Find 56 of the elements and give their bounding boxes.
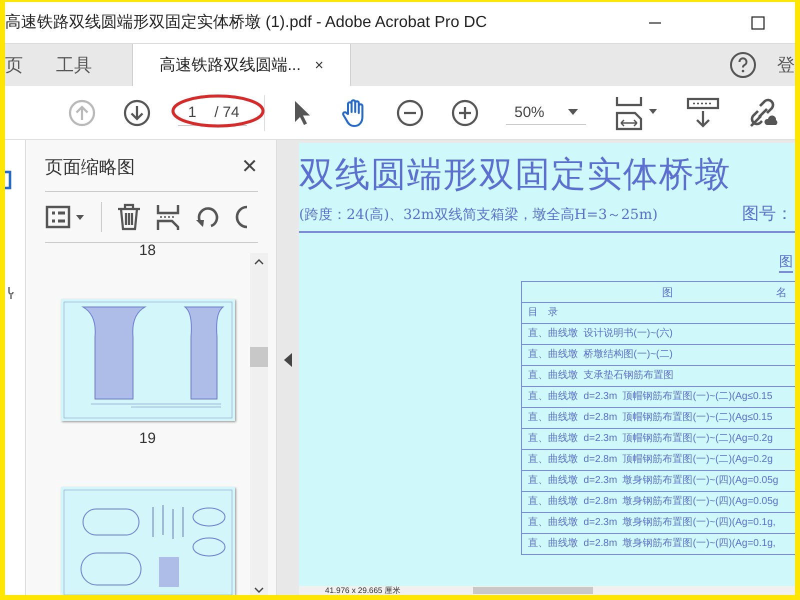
zoom-dropdown[interactable]: 50% — [506, 100, 586, 124]
scrollbar-thumb[interactable] — [472, 587, 593, 594]
drawing-subtitle: (跨度：24(高)、32m双线简支箱梁，墩全高H=3～25m) — [299, 206, 658, 224]
options-icon[interactable] — [45, 204, 87, 230]
help-icon[interactable] — [729, 51, 757, 79]
page-total: / 74 — [214, 104, 240, 120]
table-cell: 直、曲线墩 d=2.3m 顶帽钢筋布置图(一)~(二)(Ag=0.2g — [522, 429, 795, 450]
table-cell: 直、曲线墩 支承垫石钢筋布置图 — [522, 366, 795, 387]
fit-page-icon[interactable] — [613, 94, 660, 130]
attachment-icon[interactable] — [8, 286, 14, 300]
caret-icon — [568, 109, 578, 115]
page-thumbnail[interactable] — [60, 299, 234, 421]
nav-tab[interactable]: 页 — [5, 44, 38, 86]
table-cell: 直、曲线墩 桥墩结构图(一)~(二) — [522, 345, 795, 366]
delete-icon[interactable] — [116, 203, 142, 231]
rotate-icon[interactable] — [194, 204, 220, 230]
maximize-icon[interactable] — [751, 16, 765, 30]
next-page-icon[interactable] — [123, 98, 151, 126]
pointer-icon[interactable] — [292, 98, 312, 126]
pages-icon[interactable] — [5, 170, 13, 190]
zoom-out-icon[interactable] — [396, 98, 424, 126]
sign-in-link[interactable]: 登 — [777, 53, 795, 77]
drawing-number-label: 图号： — [742, 203, 793, 225]
page-number: 18 — [139, 243, 156, 259]
table-cell: 目 录 — [522, 303, 795, 324]
table-cell: 直、曲线墩 d=2.8m 顶帽钢筋布置图(一)~(二)(Ag≤0.15 — [522, 408, 795, 429]
table-cell: 直、曲线墩 设计说明书(一)~(六) — [522, 324, 795, 345]
panel-title: 页面缩略图 — [45, 156, 135, 178]
column-header: 名 — [776, 286, 787, 300]
rotate-icon[interactable] — [234, 204, 248, 230]
window-title: 高速铁路双线圆端形双固定实体桥墩 (1).pdf - Adobe Acrobat Pro DC — [5, 12, 487, 33]
column-header: 图 — [662, 286, 673, 300]
table-cell: 直、曲线墩 d=2.8m 顶帽钢筋布置图(一)~(二)(Ag=0.2g — [522, 450, 795, 471]
table-cell: 直、曲线墩 d=2.8m 墩身钢筋布置图(一)~(四)(Ag=0.05g — [522, 492, 795, 513]
table-cell: 直、曲线墩 d=2.8m 墩身钢筋布置图(一)~(四)(Ag=0.1g, — [522, 534, 795, 555]
download-icon[interactable] — [686, 96, 720, 128]
scrollbar[interactable] — [250, 253, 268, 595]
scroll-up-icon[interactable] — [254, 259, 264, 265]
page-number-field[interactable]: 1 — [186, 104, 204, 120]
extract-page-icon[interactable] — [156, 203, 180, 231]
zoom-in-icon[interactable] — [451, 98, 480, 126]
page-number: 19 — [139, 431, 156, 447]
page-thumbnail[interactable] — [60, 487, 234, 595]
collapse-icon[interactable] — [284, 353, 292, 367]
page-size-status: 41.976 x 29.665 厘米 — [325, 586, 401, 595]
table-cell: 直、曲线墩 d=2.3m 顶帽钢筋布置图(一)~(二)(Ag≤0.15 — [522, 387, 795, 408]
drawing-title: 双线圆端形双固定实体桥墩 — [299, 154, 732, 197]
document-tab[interactable]: 高速铁路双线圆端... × — [132, 44, 351, 86]
scroll-down-icon[interactable] — [254, 587, 264, 593]
drawing-list-label: 图 — [779, 253, 793, 273]
table-cell: 直、曲线墩 d=2.3m 墩身钢筋布置图(一)~(四)(Ag=0.1g, — [522, 513, 795, 534]
table-cell: 直、曲线墩 d=2.3m 墩身钢筋布置图(一)~(四)(Ag=0.05g — [522, 471, 795, 492]
scrollbar-thumb[interactable] — [250, 347, 268, 367]
close-tab-button[interactable]: × — [314, 56, 324, 74]
close-panel-button[interactable]: ✕ — [241, 154, 258, 179]
nav-tab[interactable]: 工具 — [56, 44, 107, 86]
